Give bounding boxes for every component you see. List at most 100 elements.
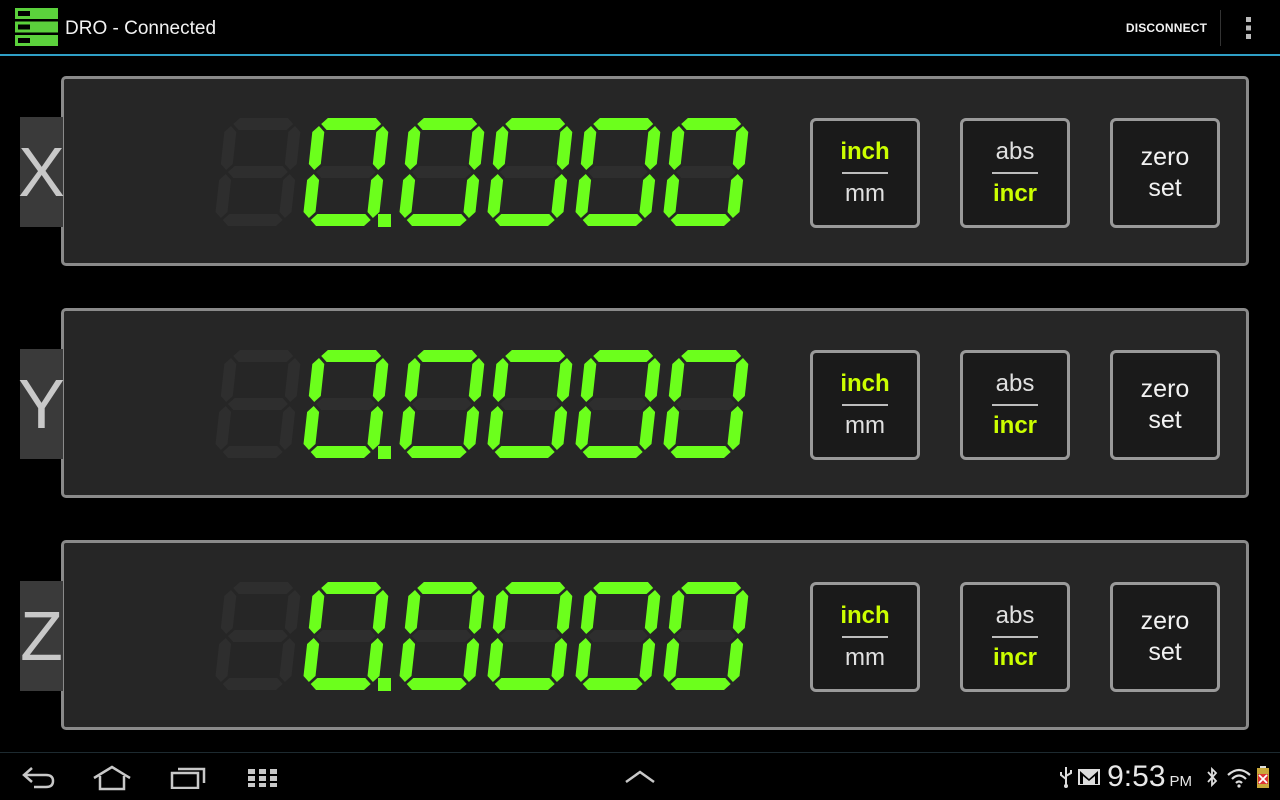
segment-c (463, 406, 480, 450)
segment-a (505, 118, 566, 130)
segment-d (406, 678, 467, 690)
app-title: DRO - Connected (65, 18, 217, 39)
segment-b (468, 358, 485, 402)
segment-b (732, 590, 749, 634)
unit-toggle-button-z[interactable]: inch mm (810, 582, 920, 692)
unit-option-inch: inch (840, 370, 890, 397)
segment-a (417, 350, 478, 362)
unit-toggle-button-x[interactable]: inch mm (810, 118, 920, 228)
segment-g (315, 166, 376, 178)
zero-set-label-line1: zero (1140, 607, 1190, 635)
action-bar-divider (0, 54, 1280, 56)
segment-f (220, 126, 237, 170)
readout-y (215, 350, 749, 459)
segment-e (303, 638, 320, 682)
segment-f (308, 358, 325, 402)
segment-c (463, 638, 480, 682)
status-clock: 9:53 (1107, 760, 1166, 793)
segment-a (321, 350, 382, 362)
segment-a (593, 350, 654, 362)
recent-apps-icon[interactable] (170, 765, 206, 789)
segment-e (303, 406, 320, 450)
segment-g (315, 630, 376, 642)
segment-d (582, 214, 643, 226)
readout-digit (399, 582, 485, 690)
segment-c (639, 406, 656, 450)
disconnect-button[interactable]: DISCONNECT (1113, 10, 1221, 46)
home-icon[interactable] (92, 765, 132, 791)
mode-toggle-button-y[interactable]: abs incr (960, 350, 1070, 460)
readout-x (215, 118, 749, 227)
segment-d (582, 446, 643, 458)
segment-b (372, 590, 389, 634)
segment-a (321, 118, 382, 130)
mode-toggle-button-x[interactable]: abs incr (960, 118, 1070, 228)
unlit-digit (215, 350, 301, 458)
readout-digit (399, 350, 485, 458)
axis-panel-z: inch mm abs incr zero set (61, 540, 1249, 730)
segment-b (468, 590, 485, 634)
segment-a (321, 582, 382, 594)
segment-f (220, 590, 237, 634)
segment-f (668, 126, 685, 170)
zero-set-label-line2: set (1148, 406, 1182, 434)
unlit-digit (215, 582, 301, 690)
segment-e (399, 638, 416, 682)
segment-g (675, 166, 736, 178)
segment-f (580, 358, 597, 402)
segment-c (639, 174, 656, 218)
readout-digit (663, 350, 749, 458)
battery-icon (1257, 766, 1269, 788)
segment-a (505, 582, 566, 594)
segment-b (556, 358, 573, 402)
segment-a (233, 582, 294, 594)
divider (842, 172, 888, 174)
segment-f (580, 590, 597, 634)
mode-option-abs: abs (995, 602, 1035, 629)
readout-digit (487, 582, 573, 690)
divider (992, 404, 1038, 406)
zero-set-button-y[interactable]: zero set (1110, 350, 1220, 460)
menu-up-icon[interactable] (624, 769, 656, 785)
segment-a (505, 350, 566, 362)
back-icon[interactable] (20, 765, 56, 789)
segment-e (575, 638, 592, 682)
readout-digit (303, 118, 389, 226)
segment-b (556, 590, 573, 634)
zero-set-button-x[interactable]: zero set (1110, 118, 1220, 228)
segment-c (727, 638, 744, 682)
segment-d (670, 678, 731, 690)
segment-g (227, 630, 288, 642)
segment-d (670, 214, 731, 226)
overflow-menu-button[interactable] (1232, 10, 1264, 46)
segment-a (233, 118, 294, 130)
unit-option-mm: mm (845, 180, 885, 207)
readout-digit (663, 118, 749, 226)
readout-digit (399, 118, 485, 226)
unit-toggle-button-y[interactable]: inch mm (810, 350, 920, 460)
segment-a (593, 118, 654, 130)
segment-c (551, 174, 568, 218)
all-apps-icon[interactable] (247, 768, 279, 788)
unit-option-inch: inch (840, 602, 890, 629)
zero-set-label-line2: set (1148, 174, 1182, 202)
segment-b (732, 358, 749, 402)
segment-g (587, 166, 648, 178)
axis-label-y: Y (18, 349, 65, 459)
status-area[interactable]: 9:53 PM (1059, 759, 1270, 795)
mode-toggle-button-z[interactable]: abs incr (960, 582, 1070, 692)
readout-z (215, 582, 749, 691)
segment-d (222, 214, 283, 226)
segment-d (310, 214, 371, 226)
segment-g (227, 398, 288, 410)
zero-set-button-z[interactable]: zero set (1110, 582, 1220, 692)
segment-e (215, 406, 232, 450)
segment-c (463, 174, 480, 218)
segment-g (675, 630, 736, 642)
segment-b (284, 126, 301, 170)
segment-c (279, 406, 296, 450)
gmail-icon (1078, 769, 1101, 785)
segment-b (644, 126, 661, 170)
segment-e (663, 406, 680, 450)
divider (842, 404, 888, 406)
